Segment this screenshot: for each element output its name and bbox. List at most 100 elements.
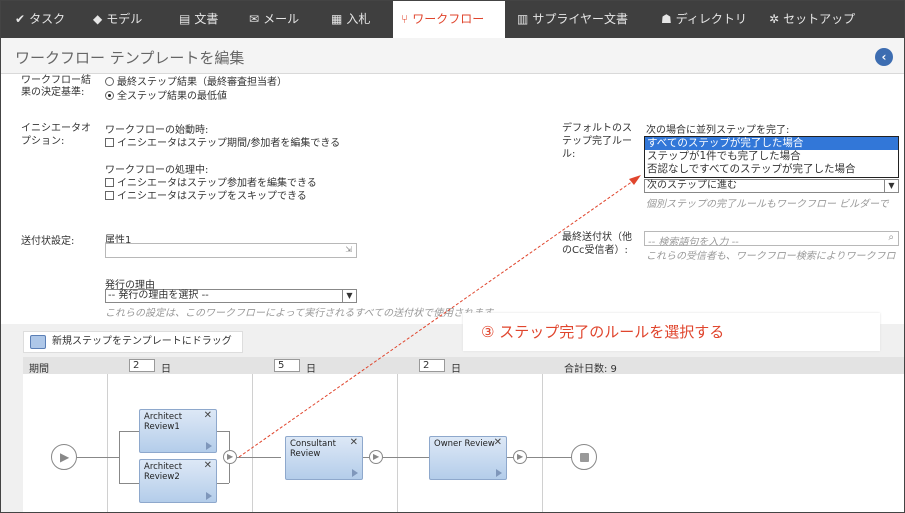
connector xyxy=(77,457,119,458)
step-consultant-review[interactable]: Consultant Review ✕ xyxy=(285,436,363,480)
chevron-down-icon: ▼ xyxy=(342,290,356,302)
rule-node[interactable]: ▶ xyxy=(513,450,527,464)
step-architect-review-1[interactable]: Architect Review1 ✕ xyxy=(139,409,217,453)
play-icon: ▶ xyxy=(60,450,70,464)
initiator-label: イニシエータオプション: xyxy=(21,123,91,147)
chevron-down-icon: ▼ xyxy=(884,180,898,192)
nav-mail[interactable]: ✉ メール xyxy=(249,1,299,38)
next-step-select[interactable]: 次のステップに進む ▼ xyxy=(644,179,899,193)
connector xyxy=(383,457,429,458)
result-label: ワークフロー結果の決定基準: xyxy=(21,75,91,98)
nav-tasks[interactable]: ✔ タスク xyxy=(15,1,65,38)
close-icon[interactable]: ✕ xyxy=(350,438,358,448)
bid-icon: ▦ xyxy=(331,12,343,26)
listbox-option[interactable]: 否認なしですべてのステップが完了した場合 xyxy=(645,163,898,176)
close-icon[interactable]: ✕ xyxy=(204,461,212,471)
cube-icon: ◆ xyxy=(93,12,103,26)
rule-note: 個別ステップの完了ルールもワークフロー ビルダーで xyxy=(646,199,889,210)
document-icon: ▤ xyxy=(179,12,191,26)
nav-models[interactable]: ◆ モデル xyxy=(93,1,142,38)
gear-icon: ✲ xyxy=(769,12,780,26)
page-title: ワークフロー テンプレートを編集 xyxy=(15,49,245,67)
result-option-min[interactable]: 全ステップ結果の最低値 xyxy=(105,87,227,102)
duration-label: 期間 xyxy=(29,364,49,375)
column-divider xyxy=(397,374,398,512)
step-owner-review[interactable]: Owner Review ✕ xyxy=(429,436,507,480)
connector xyxy=(527,457,573,458)
rule-node[interactable]: ▶ xyxy=(369,450,383,464)
transmittal-label: 送付状設定: xyxy=(21,236,75,247)
attribute1-input[interactable]: ⇲ xyxy=(105,243,357,258)
edit-duration-option[interactable]: イニシエータはステップ期間/参加者を編集できる xyxy=(105,134,340,149)
column-divider xyxy=(107,374,108,512)
duration-input-2[interactable]: 5 xyxy=(274,359,300,372)
result-option-final[interactable]: 最終ステップ結果（最終審査担当者） xyxy=(105,73,287,88)
expand-arrow-icon[interactable] xyxy=(496,469,502,477)
check-icon: ✔ xyxy=(15,12,26,26)
column-divider xyxy=(542,374,543,512)
edit-duration-checkbox[interactable] xyxy=(105,138,114,147)
nav-directory[interactable]: ☗ ディレクトリ xyxy=(661,1,747,38)
expand-arrow-icon[interactable] xyxy=(206,492,212,500)
supplier-doc-icon: ▥ xyxy=(517,12,529,26)
new-step-drag-button[interactable]: 新規ステップをテンプレートにドラッグ xyxy=(23,331,243,353)
nav-workflow[interactable]: ⑂ ワークフロー xyxy=(393,1,505,38)
listbox-option[interactable]: すべてのステップが完了した場合 xyxy=(645,137,898,150)
directory-icon: ☗ xyxy=(661,12,672,26)
day-unit: 日 xyxy=(306,364,316,375)
day-unit: 日 xyxy=(451,364,461,375)
play-icon: ▶ xyxy=(373,452,380,461)
stop-icon xyxy=(580,453,589,462)
rule-node[interactable]: ▶ xyxy=(223,450,237,464)
nav-bid[interactable]: ▦ 入札 xyxy=(331,1,370,38)
recipient-search-input[interactable]: -- 検索語句を入力 -- ⌕ xyxy=(644,231,899,248)
duration-input-3[interactable]: 2 xyxy=(419,359,445,372)
skip-step-checkbox[interactable] xyxy=(105,191,114,200)
close-icon[interactable]: ✕ xyxy=(494,438,502,448)
parallel-label: 次の場合に並列ステップを完了: xyxy=(646,125,790,136)
instruction-callout: ③ ステップ完了のルールを選択する xyxy=(463,313,880,351)
expand-arrow-icon[interactable] xyxy=(206,442,212,450)
expand-arrow-icon[interactable] xyxy=(352,469,358,477)
edit-participants-checkbox[interactable] xyxy=(105,178,114,187)
step-architect-review-2[interactable]: Architect Review2 ✕ xyxy=(139,459,217,503)
connector xyxy=(119,483,139,484)
step-icon xyxy=(30,335,46,349)
search-icon: ⌕ xyxy=(888,232,894,243)
reason-select[interactable]: -- 発行の理由を選択 -- ▼ xyxy=(105,289,357,303)
duration-input-1[interactable]: 2 xyxy=(129,359,155,372)
page-header: ワークフロー テンプレートを編集 ‹ xyxy=(1,38,904,74)
workflow-canvas: ▶ Architect Review1 ✕ Architect Review2 … xyxy=(23,374,904,512)
app-frame: ✔ タスク ◆ モデル ▤ 文書 ✉ メール ▦ 入札 ⑂ ワークフロー ▥ サプライヤー文書… xyxy=(0,0,905,513)
connector xyxy=(119,431,120,483)
parallel-rule-listbox[interactable]: すべてのステップが完了した場合 ステップが1件でも完了した場合 否認なしですべて… xyxy=(644,136,899,178)
connector xyxy=(217,431,229,432)
top-nav: ✔ タスク ◆ モデル ▤ 文書 ✉ メール ▦ 入札 ⑂ ワークフロー ▥ サプライヤー文書… xyxy=(1,1,904,38)
radio-final[interactable] xyxy=(105,77,114,86)
final-transmittal-label: 最終送付状（他のCc受信者）: xyxy=(562,232,632,256)
total-days: 合計日数: 9 xyxy=(564,364,617,375)
play-icon: ▶ xyxy=(517,452,524,461)
connector xyxy=(119,431,139,432)
nav-documents[interactable]: ▤ 文書 xyxy=(179,1,218,38)
connector xyxy=(217,483,229,484)
reason-note: これらの設定は、このワークフローによって実行されるすべての送付状で使用されます。 xyxy=(105,308,503,319)
instruction-text: ③ ステップ完了のルールを選択する xyxy=(481,323,725,341)
close-icon[interactable]: ✕ xyxy=(204,411,212,421)
default-rule-label: デフォルトのステップ完了ルール: xyxy=(562,123,632,160)
mail-icon: ✉ xyxy=(249,12,260,26)
play-icon: ▶ xyxy=(227,452,234,461)
back-arrow-icon[interactable]: ‹ xyxy=(875,48,893,66)
day-unit: 日 xyxy=(161,364,171,375)
radio-min[interactable] xyxy=(105,91,114,100)
skip-step-option[interactable]: イニシエータはステップをスキップできる xyxy=(105,187,307,202)
end-node[interactable] xyxy=(571,444,597,470)
nav-setup[interactable]: ✲ セットアップ xyxy=(769,1,855,38)
workflow-icon: ⑂ xyxy=(401,12,409,26)
start-node[interactable]: ▶ xyxy=(51,444,77,470)
duration-row: 期間 2 日 5 日 2 日 合計日数: 9 xyxy=(23,357,904,375)
listbox-option[interactable]: ステップが1件でも完了した場合 xyxy=(645,150,898,163)
connector xyxy=(237,457,281,458)
column-divider xyxy=(252,374,253,512)
nav-supplier-docs[interactable]: ▥ サプライヤー文書 xyxy=(517,1,628,38)
